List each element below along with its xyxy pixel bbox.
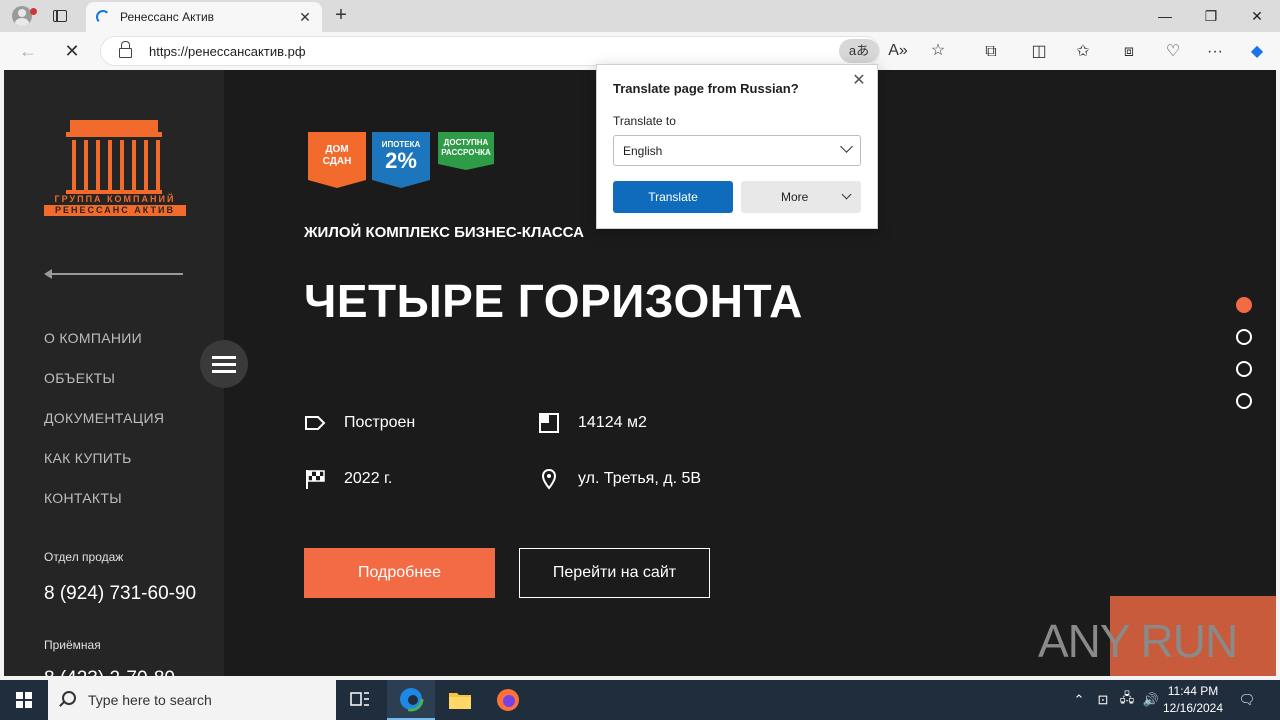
- menu-item-how-to-buy[interactable]: КАК КУПИТЬ: [44, 450, 132, 466]
- start-button[interactable]: [0, 680, 48, 720]
- slide-dot-4[interactable]: [1236, 393, 1252, 409]
- logo-line2: РЕНЕССАНС АКТИВ: [44, 205, 186, 216]
- language-select-value: English: [623, 144, 663, 158]
- extensions-icon[interactable]: ⧉: [980, 41, 1002, 63]
- split-screen-icon[interactable]: ◫: [1028, 41, 1050, 63]
- menu-item-documentation[interactable]: ДОКУМЕНТАЦИЯ: [44, 410, 164, 426]
- translate-to-label: Translate to: [613, 114, 676, 128]
- badge-house-completed: ДОМ СДАН: [308, 132, 366, 188]
- logo-line1: ГРУППА КОМПАНИЙ: [54, 194, 176, 204]
- taskbar-clock[interactable]: 11:44 PM 12/16/2024: [1160, 683, 1226, 717]
- back-arrow-icon[interactable]: [44, 268, 184, 280]
- tray-chevron-up-icon[interactable]: ⌃: [1068, 680, 1090, 720]
- badge-house-text: ДОМ СДАН: [322, 144, 352, 167]
- windows-logo-icon: [16, 692, 32, 708]
- translate-button[interactable]: Translate: [613, 181, 733, 213]
- slide-dot-1[interactable]: [1236, 297, 1252, 313]
- company-logo[interactable]: ГРУППА КОМПАНИЙ РЕНЕССАНС АКТИВ: [44, 120, 186, 220]
- more-menu-icon[interactable]: ···: [1204, 41, 1226, 63]
- more-button-label: More: [781, 190, 809, 204]
- hero-subtitle: ЖИЛОЙ КОМПЛЕКС БИЗНЕС-КЛАССА: [304, 224, 584, 241]
- sales-phone-link[interactable]: 8 (924) 731-60-90: [44, 582, 204, 606]
- clock-date: 12/16/2024: [1162, 701, 1224, 715]
- lock-icon[interactable]: [119, 41, 132, 58]
- profile-avatar-icon[interactable]: [8, 4, 37, 28]
- feature-year-text: 2022 г.: [344, 470, 393, 487]
- search-placeholder: Type here to search: [88, 692, 212, 708]
- address-bar[interactable]: https://ренессансактив.рф aあ A» ☆: [100, 36, 945, 66]
- language-select[interactable]: English: [613, 135, 861, 166]
- location-pin-icon: [538, 468, 560, 490]
- slide-dot-2[interactable]: [1236, 329, 1252, 345]
- menu-item-about[interactable]: О КОМПАНИИ: [44, 330, 142, 346]
- badge-mortgage: ИПОТЕКА 2%: [372, 132, 430, 188]
- favorites-icon[interactable]: ✩: [1072, 41, 1094, 63]
- finish-flag-icon: [304, 468, 326, 490]
- area-plan-icon: [538, 412, 560, 434]
- tab-title: Ренессанс Актив: [120, 10, 215, 24]
- feature-year: 2022 г.: [304, 468, 392, 490]
- minimize-icon[interactable]: —: [1142, 0, 1188, 32]
- read-aloud-icon[interactable]: A»: [887, 40, 909, 62]
- volume-icon[interactable]: 🔊: [1140, 680, 1162, 720]
- menu-item-contacts[interactable]: КОНТАКТЫ: [44, 490, 122, 506]
- hero-title: ЧЕТЫРЕ ГОРИЗОНТА: [304, 275, 803, 327]
- tray-device-icon[interactable]: ⊡: [1092, 680, 1114, 720]
- menu-item-objects[interactable]: ОБЪЕКТЫ: [44, 370, 115, 386]
- browser-essentials-icon[interactable]: ♡: [1162, 41, 1184, 63]
- details-button[interactable]: Подробнее: [304, 548, 495, 598]
- tag-icon: [304, 412, 326, 434]
- popup-close-icon[interactable]: ✕: [851, 73, 867, 89]
- clock-time: 11:44 PM: [1167, 684, 1219, 698]
- reception-label: Приёмная: [44, 638, 101, 652]
- feature-status: Построен: [304, 412, 415, 434]
- anyrun-watermark: ANY RUN: [1038, 615, 1238, 667]
- copilot-icon[interactable]: ◆: [1246, 41, 1268, 63]
- sales-department-label: Отдел продаж: [44, 550, 124, 564]
- edge-taskbar-icon[interactable]: [387, 680, 435, 720]
- new-tab-icon[interactable]: +: [330, 5, 352, 27]
- badge-installment-text: ДОСТУПНА РАССРОЧКА: [441, 138, 491, 157]
- taskbar-search[interactable]: Type here to search: [48, 680, 336, 720]
- feature-status-text: Построен: [344, 414, 416, 431]
- search-icon: [62, 691, 76, 705]
- feature-address-text: ул. Третья, д. 5В: [578, 470, 702, 487]
- browser-tab[interactable]: Ренессанс Актив ✕: [86, 2, 322, 32]
- url-text[interactable]: https://ренессансактив.рф: [149, 44, 306, 59]
- windows-taskbar: Type here to search ⌃ ⊡ 🖧 🔊 11:44 PM 12/…: [0, 680, 1280, 720]
- slide-dot-3[interactable]: [1236, 361, 1252, 377]
- chevron-down-icon: [841, 189, 852, 200]
- firefox-icon[interactable]: [484, 680, 532, 720]
- restore-icon[interactable]: ❐: [1188, 0, 1234, 32]
- notifications-icon[interactable]: 🗨: [1234, 680, 1260, 720]
- more-button[interactable]: More: [741, 181, 861, 213]
- translate-popup: Translate page from Russian? ✕ Translate…: [596, 64, 878, 229]
- window-close-icon[interactable]: ✕: [1234, 0, 1280, 32]
- stop-loading-icon[interactable]: ✕: [60, 40, 84, 62]
- feature-address: ул. Третья, д. 5В: [538, 468, 701, 490]
- reception-phone-link[interactable]: 8 (423) 2-70-80: [44, 668, 175, 676]
- sidebar: ГРУППА КОМПАНИЙ РЕНЕССАНС АКТИВ О КОМПАН…: [4, 70, 224, 676]
- network-icon[interactable]: 🖧: [1116, 680, 1138, 720]
- tab-actions-icon[interactable]: [50, 6, 70, 26]
- back-icon[interactable]: ←: [16, 40, 40, 62]
- favorite-star-icon[interactable]: ☆: [927, 40, 949, 62]
- loading-spinner-icon: [96, 10, 110, 24]
- badge-installment: ДОСТУПНА РАССРОЧКА: [438, 132, 494, 170]
- feature-area-text: 14124 м2: [578, 414, 647, 431]
- browser-tab-bar: Ренессанс Актив ✕ + — ❐ ✕: [0, 0, 1280, 32]
- badge-mortgage-rate: 2%: [385, 147, 417, 173]
- chevron-down-icon: [840, 140, 853, 153]
- task-view-icon[interactable]: [336, 680, 384, 720]
- file-explorer-icon[interactable]: [436, 680, 484, 720]
- collections-icon[interactable]: ⧈: [1118, 41, 1140, 63]
- feature-area: 14124 м2: [538, 412, 647, 434]
- translate-icon[interactable]: aあ: [839, 39, 879, 63]
- hamburger-menu-button[interactable]: [200, 340, 248, 388]
- translate-popup-title: Translate page from Russian?: [613, 81, 799, 96]
- tab-close-icon[interactable]: ✕: [296, 8, 314, 26]
- go-to-site-button[interactable]: Перейти на сайт: [519, 548, 710, 598]
